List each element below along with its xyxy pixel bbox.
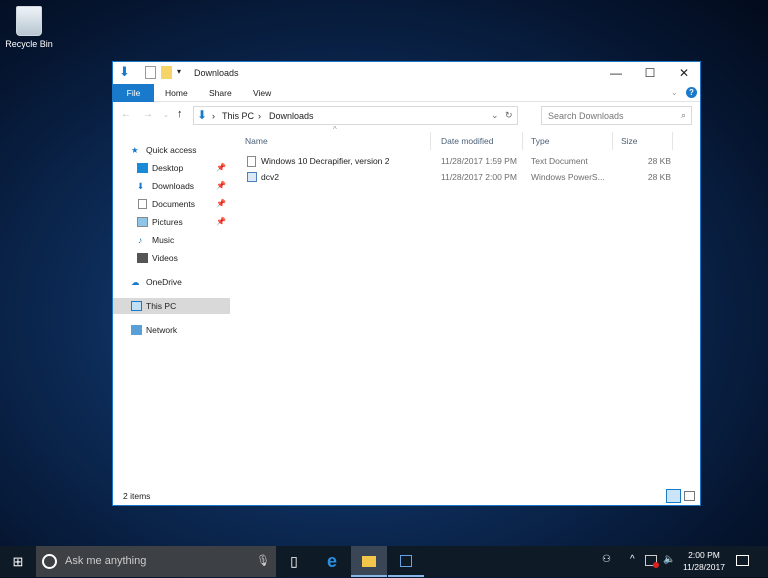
nav-music[interactable]: ♪ Music [113,232,230,248]
forward-button[interactable]: → [143,109,153,120]
file-row[interactable]: Windows 10 Decrapifier, version 2 11/28/… [237,153,687,169]
nav-this-pc[interactable]: This PC [113,298,230,314]
maximize-button[interactable]: ☐ [633,62,667,84]
powershell-file-icon [247,172,257,182]
address-bar[interactable]: ⬇ › This PC › Downloads ⌄ ↻ [193,106,518,125]
file-explorer-taskbar-button[interactable] [351,546,387,577]
address-dropdown-icon[interactable]: ⌄ [491,110,499,121]
breadcrumb-this-pc[interactable]: This PC [222,111,254,121]
back-button[interactable]: ← [121,109,131,120]
desktop-icon [137,163,148,173]
ribbon-tabs: File Home Share View ⌄ ? [113,84,700,102]
nav-downloads[interactable]: ⬇ Downloads 📌 [113,178,230,194]
expand-ribbon-icon[interactable]: ⌄ [671,88,678,97]
tab-home[interactable]: Home [155,84,198,102]
text-file-icon [247,156,256,167]
recent-locations-icon[interactable]: ⌄ [163,111,169,119]
task-view-button[interactable]: ▯ [276,546,312,577]
pin-icon: 📌 [216,163,226,172]
nav-network[interactable]: Network [113,322,230,338]
videos-icon [137,253,148,263]
computer-icon [131,301,142,311]
tab-share[interactable]: Share [199,84,242,102]
file-row[interactable]: dcv2 11/28/2017 2:00 PM Windows PowerS..… [237,169,687,185]
refresh-icon[interactable]: ↻ [505,110,513,121]
tab-file[interactable]: File [113,84,154,102]
star-icon: ★ [131,145,139,155]
network-disconnected-icon[interactable] [645,555,659,568]
search-icon: ⌕ [680,110,686,120]
cortana-search-box[interactable]: Ask me anything 🎙 [36,546,276,577]
nav-desktop[interactable]: Desktop 📌 [113,160,230,176]
up-button[interactable]: ↑ [177,108,183,120]
nav-videos[interactable]: Videos [113,250,230,266]
volume-muted-icon[interactable]: 🔈 [663,554,675,565]
file-explorer-window: ⬇ ▾ Downloads — ☐ ✕ File Home Share View… [112,61,701,506]
title-bar[interactable]: ⬇ ▾ Downloads — ☐ ✕ [113,62,700,84]
new-folder-icon[interactable] [161,66,172,79]
column-name[interactable]: Name [237,132,431,150]
start-button[interactable]: ⊞ [0,546,36,577]
window-title: Downloads [194,68,239,78]
customize-toolbar-icon[interactable]: ▾ [177,67,181,76]
pin-icon: 📌 [216,217,226,226]
status-item-count: 2 items [123,491,151,501]
edge-icon[interactable]: e [314,546,350,577]
nav-quick-access[interactable]: ★ Quick access [113,142,230,158]
nav-onedrive[interactable]: ☁ OneDrive [113,274,230,290]
recycle-bin-label: Recycle Bin [5,39,53,49]
pictures-icon [137,217,148,227]
show-hidden-icons-chevron[interactable]: ^ [630,554,635,565]
recycle-bin[interactable]: Recycle Bin [4,6,54,49]
navigation-pane: ★ Quick access Desktop 📌 ⬇ Downloads 📌 Docum… [113,128,231,484]
minimize-button[interactable]: — [599,62,633,84]
downloads-location-icon: ⬇ [197,108,208,122]
people-icon[interactable]: ⚇ [602,554,611,565]
details-view-button[interactable] [666,489,681,503]
tab-view[interactable]: View [243,84,281,102]
clock[interactable]: 2:00 PM 11/28/2017 [682,549,726,573]
nav-pictures[interactable]: Pictures 📌 [113,214,230,230]
pin-icon: 📌 [216,199,226,208]
close-button[interactable]: ✕ [667,62,701,84]
download-arrow-icon: ⬇ [119,64,130,79]
nav-documents[interactable]: Documents 📌 [113,196,230,212]
downloads-icon: ⬇ [137,181,145,191]
column-date-modified[interactable]: Date modified [433,132,523,150]
breadcrumb-downloads[interactable]: Downloads [269,111,314,121]
cortana-icon [42,554,57,569]
action-center-icon[interactable] [736,555,749,566]
recycle-bin-icon [16,6,42,36]
column-type[interactable]: Type [523,132,613,150]
help-icon[interactable]: ? [686,87,697,98]
large-icons-view-button[interactable] [684,491,695,501]
search-input[interactable]: Search Downloads ⌕ [541,106,692,125]
properties-icon[interactable] [145,66,156,79]
pin-icon: 📌 [216,181,226,190]
cloud-icon: ☁ [131,277,140,287]
microphone-icon[interactable]: 🎙 [256,554,270,567]
taskbar: ⊞ Ask me anything 🎙 ▯ e ⚇ ^ 🔈 2:00 PM 11… [0,546,768,577]
column-size[interactable]: Size [613,132,673,150]
music-icon: ♪ [138,235,143,245]
network-app-taskbar-button[interactable] [388,546,424,577]
documents-icon [138,199,147,209]
network-icon [131,325,142,335]
